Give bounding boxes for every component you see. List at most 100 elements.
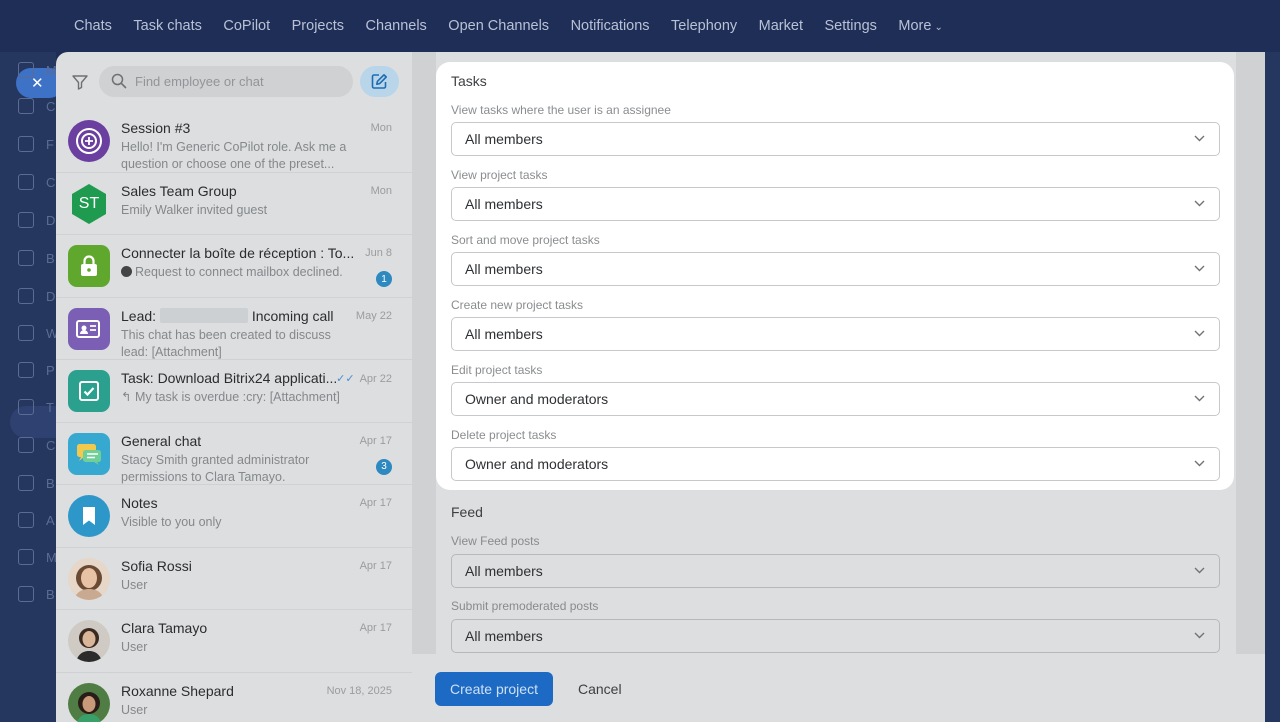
chat-date: Apr 17 [359,497,392,509]
edit-tasks-select[interactable]: Owner and moderators [451,382,1220,416]
field-label: View tasks where the user is an assignee [451,103,671,117]
chat-title: Sofia Rossi [121,557,192,574]
field-label: Delete project tasks [451,428,557,442]
chat-title: Connecter la boîte de réception : To... [121,245,355,261]
bookmark-icon [68,495,110,537]
redacted-name [159,307,248,323]
rail-menu-icon [18,288,34,304]
chat-date: Jun 8 [365,247,392,259]
chevron-down-icon [1194,632,1205,639]
user-avatar [68,682,110,722]
submit-premoderated-posts-select[interactable]: All members [451,619,1220,653]
chat-preview: Stacy Smith granted administrator permis… [121,452,310,484]
read-checkmark-icon: ✓✓ [336,373,355,385]
select-value: Owner and moderators [465,456,609,472]
chat-item-session-3[interactable]: Session #3 Mon Hello! I'm Generic CoPilo… [56,110,412,173]
nav-task-chats[interactable]: Task chats [133,18,202,34]
select-value: All members [465,196,543,212]
nav-chats[interactable]: Chats [74,18,112,34]
chat-date: Apr 17 [359,434,392,447]
chat-preview: Visible to you only [121,515,222,529]
chat-item-general-chat[interactable]: General chat Apr 17 Stacy Smith granted … [56,423,412,485]
view-feed-posts-select[interactable]: All members [451,554,1220,588]
rail-menu-icon [18,549,34,565]
search-input[interactable] [135,66,345,97]
lead-card-icon [68,307,110,350]
select-value: All members [465,563,543,579]
chat-title: Notes [121,495,158,511]
tasks-section-title: Tasks [451,73,487,89]
nav-open-channels[interactable]: Open Channels [448,18,549,34]
chat-item-task[interactable]: Task: Download Bitrix24 applicati... ✓✓ A… [56,360,412,423]
field-label: Sort and move project tasks [451,233,600,247]
nav-projects[interactable]: Projects [292,18,344,34]
chat-item-lead[interactable]: Lead: Incoming call May 22 This chat has… [56,298,412,360]
task-check-icon [68,370,110,412]
chat-date: Mon [370,122,392,134]
chat-preview-text: My task is overdue :cry: [Attachment] [134,390,340,404]
field-label: Submit premoderated posts [451,599,599,613]
chat-item-sofia-rossi[interactable]: Sofia Rossi Apr 17 User [56,548,412,610]
field-label: View Feed posts [451,534,540,548]
chat-title: Lead: Incoming call [121,307,361,324]
chevron-down-icon [1194,567,1205,574]
rail-menu-label: C [46,175,56,190]
search-box[interactable] [99,66,353,97]
rail-menu-label: F [46,137,54,152]
view-assignee-tasks-select[interactable]: All members [451,122,1220,156]
top-navigation: Chats Task chats CoPilot Projects Channe… [0,0,1280,52]
unread-badge: 1 [376,271,392,287]
cancel-button[interactable]: Cancel [572,672,628,706]
chat-date: Apr 17 [359,622,392,634]
chat-item-mailbox[interactable]: Connecter la boîte de réception : To... … [56,235,412,298]
nav-notifications[interactable]: Notifications [571,18,650,34]
chat-item-notes[interactable]: Notes Apr 17 Visible to you only [56,485,412,548]
view-project-tasks-select[interactable]: All members [451,187,1220,221]
nav-more[interactable]: More ⌄ [898,18,942,34]
chat-preview: Hello! I'm Generic CoPilot role. Ask me … [121,140,347,171]
rail-menu-icon [18,475,34,491]
nav-channels[interactable]: Channels [366,18,427,34]
rail-menu-icon [18,212,34,228]
rail-menu-icon [18,98,34,114]
chat-date: Nov 18, 2025 [326,684,392,697]
chat-list: Session #3 Mon Hello! I'm Generic CoPilo… [56,110,412,722]
chat-title-prefix: Lead: [121,307,157,324]
feed-section-title: Feed [451,504,483,520]
rail-menu-label: B [46,251,55,266]
new-chat-button[interactable] [360,66,399,97]
nav-settings[interactable]: Settings [824,18,876,34]
rail-menu-label: D [46,213,56,228]
chat-preview: ↰ My task is overdue :cry: [Attachment] [121,389,361,406]
rail-menu-icon [18,586,34,602]
rail-menu-label: D [46,289,56,304]
chevron-down-icon [1194,460,1205,467]
chat-preview: This chat has been created to discuss le… [121,327,331,359]
nav-market[interactable]: Market [759,18,803,34]
chat-preview: User [121,577,148,592]
select-value: All members [465,326,543,342]
chat-preview: User [121,702,148,717]
nav-telephony[interactable]: Telephony [671,18,737,34]
user-avatar [68,620,110,662]
group-avatar: ST [68,183,110,225]
sort-move-tasks-select[interactable]: All members [451,252,1220,286]
filter-icon[interactable] [71,73,89,91]
chat-item-clara-tamayo[interactable]: Clara Tamayo Apr 17 User [56,610,412,673]
rail-menu-label: A [46,513,55,528]
unread-badge: 3 [376,458,392,475]
chat-item-roxanne-shepard[interactable]: Roxanne Shepard Nov 18, 2025 User [56,673,412,722]
chevron-down-icon [1194,395,1205,402]
select-value: All members [465,628,543,644]
rail-menu-icon [18,62,34,78]
rail-menu-icon [18,250,34,266]
create-tasks-select[interactable]: All members [451,317,1220,351]
chat-preview: User [121,640,148,654]
chat-date: Apr 17 [359,559,392,572]
nav-copilot[interactable]: CoPilot [223,18,270,34]
rail-menu-icon [18,362,34,378]
chat-item-sales-team-group[interactable]: ST Sales Team Group Mon Emily Walker inv… [56,173,412,235]
compose-icon [371,74,387,89]
delete-tasks-select[interactable]: Owner and moderators [451,447,1220,481]
create-project-button[interactable]: Create project [435,672,553,706]
